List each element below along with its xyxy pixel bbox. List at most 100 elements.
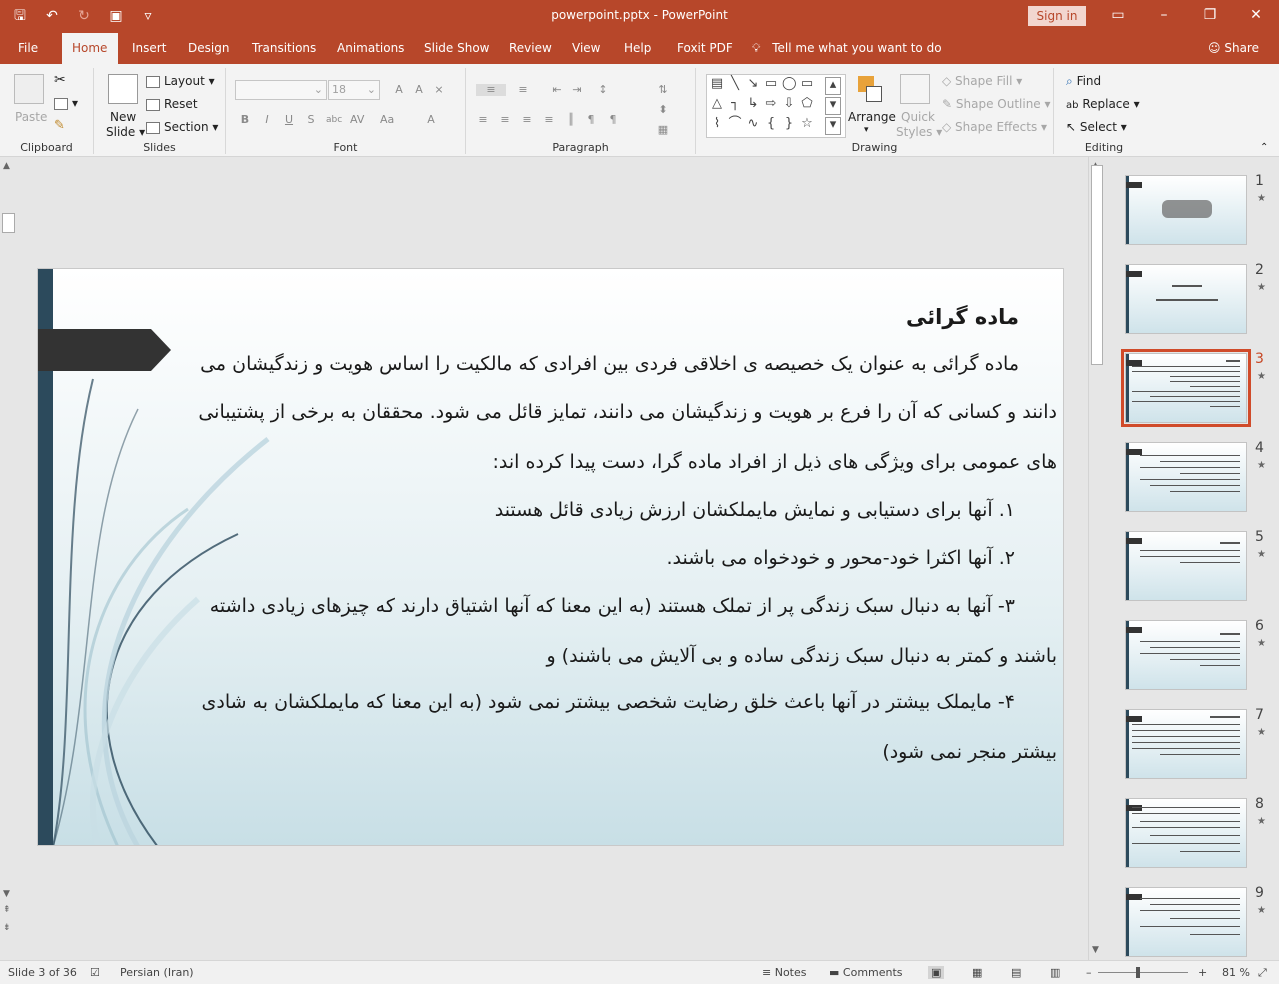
character-spacing-icon[interactable]: AV [350,114,364,126]
minimize-icon[interactable]: – [1141,0,1187,33]
clear-formatting-icon[interactable]: ⨯ [432,84,446,96]
thumbnail-slide-1[interactable] [1125,175,1247,245]
bold-icon[interactable]: B [238,114,252,126]
slide-body-line-8[interactable]: ۴- مایملک بیشتر در آنها باعث خلق رضایت ش… [202,691,1016,713]
arrange-dropdown-icon[interactable]: ▾ [864,125,869,135]
thumbnail-slide-6[interactable] [1125,620,1247,690]
language-indicator[interactable]: Persian (Iran) [120,966,194,979]
align-right-icon[interactable]: ≡ [520,114,534,126]
arrange-icon[interactable] [856,74,886,104]
section-button[interactable]: Section ▾ [146,120,218,134]
thumbnail-slide-4[interactable] [1125,442,1247,512]
thumbnail-slide-3[interactable] [1121,349,1251,427]
previous-slide-icon[interactable]: ⇞ [3,905,11,915]
slide-body-line-3[interactable]: های عمومی برای ویژگی های ذیل از افراد ما… [493,451,1057,473]
slide-show-icon[interactable]: ▥ [1050,966,1060,979]
tell-me-search[interactable]: 💡︎ Tell me what you want to do [752,33,942,64]
scroll-down-icon[interactable]: ▼ [3,889,10,899]
zoom-slider[interactable] [1098,972,1188,973]
fit-slide-icon[interactable]: ⤢ [1258,966,1267,980]
replace-button[interactable]: ab Replace ▾ [1066,97,1140,111]
quick-styles-label-2[interactable]: Styles ▾ [896,125,942,139]
strikethrough-icon[interactable]: abc [326,114,342,126]
slide-scroll-thumb[interactable] [1091,165,1103,365]
increase-font-icon[interactable]: A [392,84,406,96]
tab-view[interactable]: View [562,33,610,64]
tab-review[interactable]: Review [499,33,562,64]
thumbnail-slide-8[interactable] [1125,798,1247,868]
bullets-icon[interactable]: ≡ [476,84,506,96]
find-button[interactable]: ⌕ Find [1066,74,1101,89]
align-left-icon[interactable]: ≡ [476,114,490,126]
slide-body-line-6[interactable]: ٣- آنها به دنبال سبک زندگی پر از تملک هس… [210,595,1015,617]
shape-effects-button[interactable]: ◇ Shape Effects ▾ [942,120,1047,134]
cut-icon[interactable]: ✂ [54,72,66,88]
slide-body-line-7[interactable]: باشند و کمتر به دنبال سبک زندگی ساده و ب… [546,645,1057,667]
slide-canvas[interactable]: ماده گرائی ماده گرائی به عنوان یک خصیصه … [37,268,1064,846]
scroll-up-icon[interactable]: ▲ [3,161,10,171]
reset-button[interactable]: Reset [146,97,198,111]
align-center-icon[interactable]: ≡ [498,114,512,126]
ltr-icon[interactable]: ¶ [584,114,598,126]
slide-sorter-icon[interactable]: ▦ [972,966,982,979]
line-spacing-icon[interactable]: ↕ [596,84,610,96]
change-case-icon[interactable]: Aa [380,114,394,126]
tab-transitions[interactable]: Transitions [242,33,326,64]
ribbon-display-options-icon[interactable]: ▭ [1095,0,1141,33]
arrange-button[interactable]: Arrange [848,110,896,124]
font-size-combo[interactable]: 18 ⌄ [328,80,380,100]
new-slide-label[interactable]: New [110,110,136,124]
tab-slide-show[interactable]: Slide Show [414,33,499,64]
sign-in-button[interactable]: Sign in [1028,6,1086,26]
zoom-out-icon[interactable]: – [1086,966,1092,979]
slide-body-line-5[interactable]: ٢. آنها اکثرا خود-محور و خودخواه می باشن… [666,547,1015,569]
increase-indent-icon[interactable]: ⇥ [570,84,584,96]
tab-design[interactable]: Design [178,33,239,64]
slide-body-line-2[interactable]: دانند و کسانی که آن را فرع بر هویت و زند… [198,401,1057,423]
tab-insert[interactable]: Insert [122,33,176,64]
font-name-combo[interactable]: ⌄ [235,80,327,100]
close-icon[interactable]: ✕ [1233,0,1279,33]
shadow-icon[interactable]: S [304,114,318,126]
format-painter-icon[interactable]: ✎ [54,118,65,133]
new-slide-icon[interactable] [108,74,138,104]
reading-view-icon[interactable]: ▤ [1011,966,1021,979]
underline-icon[interactable]: U [282,114,296,126]
italic-icon[interactable]: I [260,114,274,126]
notes-button[interactable]: ≡ Notes [762,966,807,979]
smartart-icon[interactable]: ▦ [656,124,670,136]
quick-styles-label[interactable]: Quick [901,110,935,124]
next-slide-icon[interactable]: ⇟ [3,923,11,933]
tab-help[interactable]: Help [614,33,661,64]
quick-styles-icon[interactable] [900,74,930,104]
tab-file[interactable]: File [8,33,48,64]
normal-view-icon[interactable]: ▣ [928,966,945,979]
thumbnail-slide-2[interactable] [1125,264,1247,334]
align-text-icon[interactable]: ⬍ [656,104,670,116]
shape-outline-button[interactable]: ✎ Shape Outline ▾ [942,97,1051,111]
copy-icon[interactable]: ▾ [54,96,78,110]
text-direction-icon[interactable]: ⇅ [656,84,670,96]
zoom-level[interactable]: 81 % [1222,966,1250,979]
collapse-ribbon-icon[interactable]: ⌃ [1260,142,1268,153]
thumbnail-slide-7[interactable] [1125,709,1247,779]
paste-button[interactable]: Paste [15,110,47,124]
layout-button[interactable]: Layout ▾ [146,74,215,88]
zoom-slider-thumb[interactable] [1136,967,1140,978]
spelling-check-icon[interactable]: ☑ [90,966,100,979]
shape-fill-button[interactable]: ◇ Shape Fill ▾ [942,74,1022,88]
tab-foxit-pdf[interactable]: Foxit PDF [667,33,743,64]
slide-body-line-4[interactable]: ١. آنها برای دستیابی و نمایش مایملکشان ا… [495,499,1015,521]
new-slide-label-2[interactable]: Slide ▾ [106,125,145,139]
slide-body-line-1[interactable]: ماده گرائی به عنوان یک خصیصه ی اخلاقی فر… [200,353,1019,375]
justify-icon[interactable]: ≡ [542,114,556,126]
decrease-font-icon[interactable]: A [412,84,426,96]
numbering-icon[interactable]: ≡ [516,84,530,96]
thumbnail-slide-5[interactable] [1125,531,1247,601]
slide-title[interactable]: ماده گرائی [906,305,1019,329]
restore-icon[interactable]: ❐ [1187,0,1233,33]
tab-home[interactable]: Home [62,33,118,64]
shapes-gallery[interactable]: ▤ ╲ ↘ ▭ ◯ ▭ △ ┐ ↳ ⇨ ⇩ ⬠ ⌇ ⌒ ∿{} ☆ ▴ ▾ ▾ [706,74,846,138]
comments-button[interactable]: ▬ Comments [829,966,903,979]
paste-icon[interactable] [14,74,44,104]
